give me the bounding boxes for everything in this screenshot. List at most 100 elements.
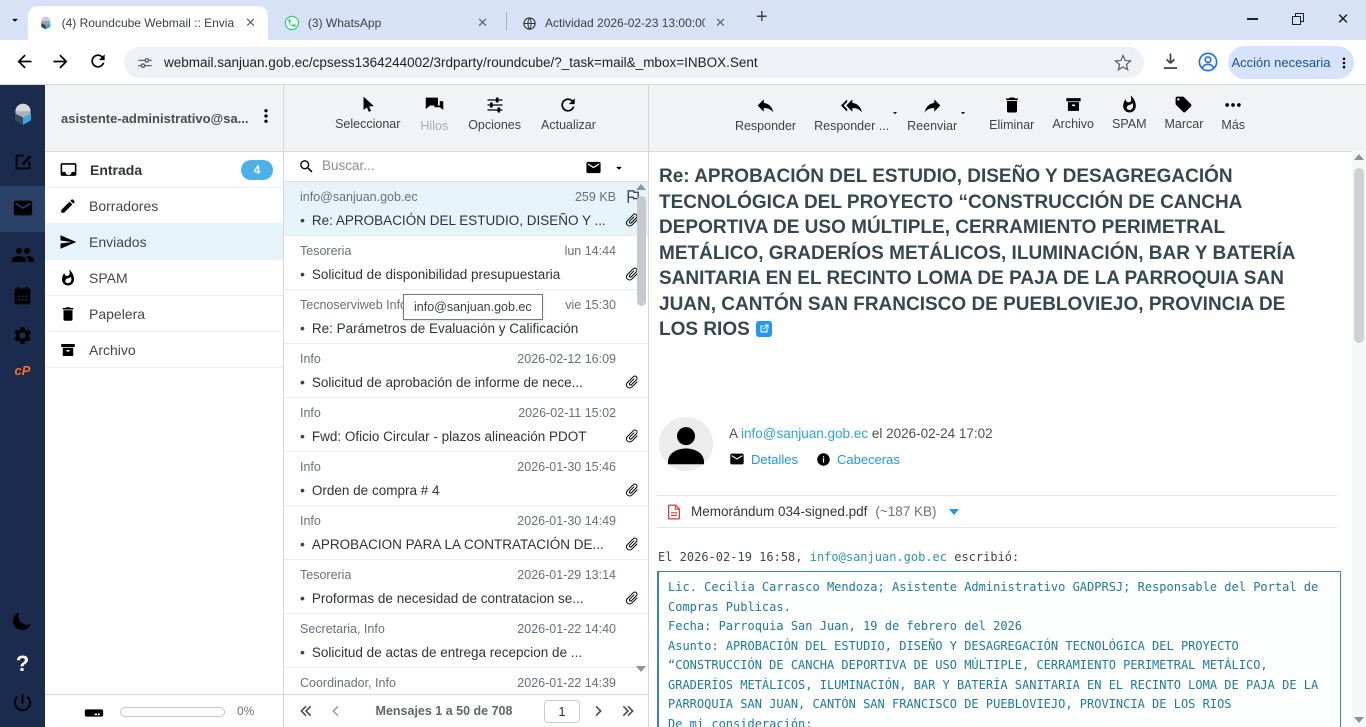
message-subject: •Solicitud de actas de entrega recepcion… bbox=[300, 644, 606, 660]
quoted-line: PARROQUIA SAN JUAN, CANTÓN SAN FRANCISCO… bbox=[668, 695, 1332, 715]
search-options-chevron-icon[interactable] bbox=[612, 161, 626, 175]
contacts-icon[interactable] bbox=[0, 243, 45, 267]
settings-gear-icon[interactable] bbox=[0, 325, 45, 346]
logout-power-icon[interactable] bbox=[0, 691, 45, 714]
folder-archivo[interactable]: Archivo bbox=[45, 332, 283, 368]
select-label: Seleccionar bbox=[335, 117, 400, 131]
downloads-icon[interactable] bbox=[1160, 51, 1181, 72]
bookmark-star-icon[interactable] bbox=[1114, 54, 1132, 72]
whatsapp-favicon bbox=[284, 15, 300, 31]
reply-all-button[interactable]: Responder ... bbox=[814, 95, 889, 133]
mark-button[interactable]: Marcar bbox=[1165, 95, 1204, 133]
browser-tab-whatsapp[interactable]: (3) WhatsApp ✕ bbox=[274, 6, 500, 40]
scroll-down-arrow[interactable] bbox=[636, 666, 646, 672]
list-scroll-thumb[interactable] bbox=[637, 196, 646, 306]
folder-spam[interactable]: SPAM bbox=[45, 260, 283, 296]
compose-icon[interactable] bbox=[0, 151, 45, 173]
forward-button[interactable]: Reenviar bbox=[907, 95, 957, 133]
cpanel-icon[interactable]: cP bbox=[0, 363, 45, 378]
address-bar[interactable]: webmail.sanjuan.gob.ec/cpsess1364244002/… bbox=[124, 47, 1144, 78]
page-number-input[interactable] bbox=[544, 700, 580, 723]
refresh-button[interactable]: Actualizar bbox=[541, 95, 596, 133]
sender-tooltip: info@sanjuan.gob.ec bbox=[403, 294, 543, 320]
window-minimize-button[interactable] bbox=[1229, 0, 1275, 38]
first-page-icon[interactable] bbox=[298, 703, 314, 719]
recipient-email-link[interactable]: info@sanjuan.gob.ec bbox=[741, 426, 868, 441]
quoted-email-link[interactable]: info@sanjuan.gob.ec bbox=[810, 550, 947, 564]
message-list-column: Buscar... info@sanjuan.gob.ec 259 KB •Re… bbox=[284, 152, 648, 727]
folder-entrada[interactable]: Entrada 4 bbox=[45, 152, 283, 188]
reload-icon[interactable] bbox=[88, 51, 108, 71]
site-settings-icon[interactable] bbox=[136, 54, 154, 72]
forward-icon[interactable] bbox=[50, 51, 71, 72]
details-link[interactable]: Detalles bbox=[729, 451, 798, 467]
folder-papelera[interactable]: Papelera bbox=[45, 296, 283, 332]
external-link-icon[interactable] bbox=[756, 321, 772, 337]
threads-button[interactable]: Hilos bbox=[420, 95, 448, 133]
window-restore-button[interactable] bbox=[1275, 0, 1321, 38]
prev-page-icon[interactable] bbox=[328, 703, 344, 719]
calendar-icon[interactable] bbox=[0, 285, 45, 306]
envelope-icon bbox=[729, 451, 745, 467]
message-scroll-thumb[interactable] bbox=[1354, 168, 1364, 343]
last-page-icon[interactable] bbox=[620, 703, 636, 719]
tab-close-icon[interactable]: ✕ bbox=[243, 15, 258, 31]
options-label: Opciones bbox=[468, 118, 521, 132]
profile-icon[interactable] bbox=[1197, 51, 1219, 73]
headers-link[interactable]: Cabeceras bbox=[816, 452, 900, 467]
message-list-item[interactable]: Info 2026-02-11 15:02 •Fwd: Oficio Circu… bbox=[284, 398, 648, 452]
roundcube-logo-icon[interactable] bbox=[0, 101, 45, 127]
folder-borradores[interactable]: Borradores bbox=[45, 188, 283, 224]
options-button[interactable]: Opciones bbox=[468, 95, 521, 133]
new-tab-button[interactable]: + bbox=[756, 6, 768, 29]
archive-button[interactable]: Archivo bbox=[1052, 95, 1094, 133]
browser-tab-roundcube[interactable]: (4) Roundcube Webmail :: Envia ✕ bbox=[28, 6, 268, 40]
list-scrollbar[interactable] bbox=[637, 184, 646, 672]
message-date: 259 KB bbox=[575, 190, 616, 204]
reply-button[interactable]: Responder bbox=[735, 95, 796, 133]
search-scope-envelope-icon[interactable] bbox=[585, 159, 602, 176]
select-button[interactable]: Seleccionar bbox=[335, 95, 400, 133]
search-bar[interactable]: Buscar... bbox=[284, 152, 648, 182]
tab-close-icon[interactable]: ✕ bbox=[475, 15, 490, 31]
message-scrollbar[interactable] bbox=[1352, 150, 1366, 727]
scroll-up-arrow[interactable] bbox=[1354, 154, 1364, 160]
attachment-menu-caret-icon[interactable] bbox=[949, 509, 959, 515]
attachment-name[interactable]: Memorándum 034-signed.pdf bbox=[691, 504, 867, 519]
spam-button[interactable]: SPAM bbox=[1112, 95, 1147, 133]
more-button[interactable]: Más bbox=[1221, 95, 1245, 133]
scroll-down-arrow[interactable] bbox=[1354, 717, 1364, 723]
message-rows: info@sanjuan.gob.ec 259 KB •Re: APROBACI… bbox=[284, 182, 648, 694]
browser-menu-kebab-icon[interactable] bbox=[1337, 56, 1351, 70]
message-date: 2026-01-22 14:40 bbox=[517, 622, 616, 636]
message-list-item[interactable]: Tesoreria lun 14:44 •Solicitud de dispon… bbox=[284, 236, 648, 290]
attachment-row[interactable]: Memorándum 034-signed.pdf (~187 KB) bbox=[657, 495, 1337, 528]
scroll-up-arrow[interactable] bbox=[636, 184, 646, 190]
message-list-item[interactable]: Coordinador, Info 2026-01-22 14:39 • bbox=[284, 668, 648, 694]
folder-list: Entrada 4 Borradores Enviados SPAM Papel… bbox=[45, 152, 283, 727]
pagination-label: Mensajes 1 a 50 de 708 bbox=[344, 704, 544, 718]
message-list-item[interactable]: Info 2026-01-30 14:49 •APROBACION PARA L… bbox=[284, 506, 648, 560]
tab-search-chevron-icon[interactable] bbox=[8, 13, 22, 27]
search-icon[interactable] bbox=[298, 158, 315, 175]
help-icon[interactable]: ? bbox=[0, 651, 45, 677]
folder-enviados[interactable]: Enviados bbox=[45, 224, 283, 260]
message-list-item[interactable]: Tesoreria 2026-01-29 13:14 •Proformas de… bbox=[284, 560, 648, 614]
tab-close-icon[interactable]: ✕ bbox=[713, 15, 728, 31]
browser-tab-actividad[interactable]: Actividad 2026-02-23 13:00:00 ✕ bbox=[512, 6, 738, 40]
tab-title: (4) Roundcube Webmail :: Envia bbox=[62, 16, 236, 30]
forward-caret-icon[interactable] bbox=[958, 108, 968, 118]
mail-section-icon[interactable] bbox=[0, 197, 45, 219]
message-list-item[interactable]: Secretaria, Info 2026-01-22 14:40 •Solic… bbox=[284, 614, 648, 668]
reply-all-caret-icon[interactable] bbox=[890, 108, 900, 118]
delete-button[interactable]: Eliminar bbox=[989, 95, 1034, 133]
message-list-item[interactable]: Info 2026-02-12 16:09 •Solicitud de apro… bbox=[284, 344, 648, 398]
next-page-icon[interactable] bbox=[590, 703, 606, 719]
window-close-button[interactable]: ✕ bbox=[1320, 0, 1366, 38]
back-icon[interactable] bbox=[14, 51, 35, 72]
message-list-item[interactable]: Info 2026-01-30 15:46 •Orden de compra #… bbox=[284, 452, 648, 506]
dark-mode-moon-icon[interactable] bbox=[0, 609, 45, 632]
action-needed-button[interactable]: Acción necesaria bbox=[1228, 46, 1354, 79]
account-menu-kebab-icon[interactable] bbox=[257, 107, 275, 125]
message-list-item[interactable]: info@sanjuan.gob.ec 259 KB •Re: APROBACI… bbox=[284, 182, 648, 236]
